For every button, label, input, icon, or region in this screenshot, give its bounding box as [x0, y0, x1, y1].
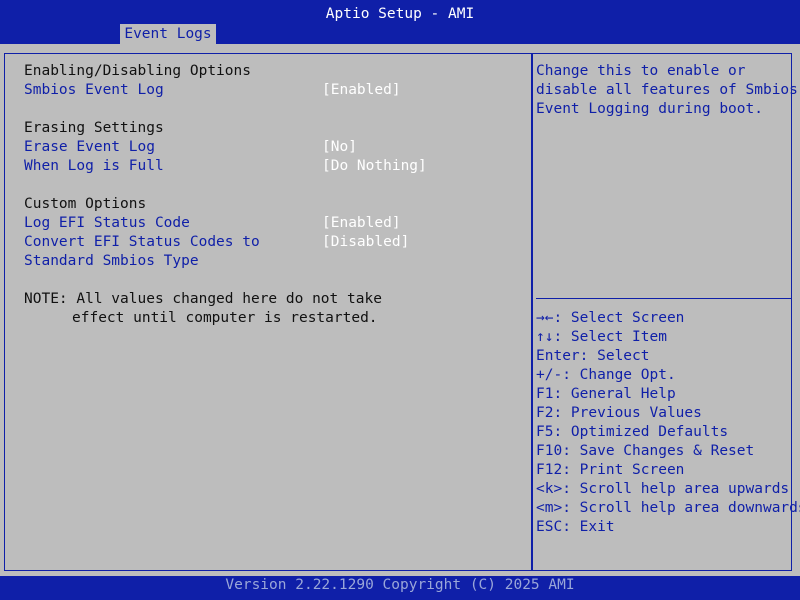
app-title: Aptio Setup - AMI — [325, 6, 475, 22]
option-convert-efi-status-codes-line2[interactable]: Standard Smbios Type — [24, 252, 199, 271]
title-bar: Aptio Setup - AMI Event Logs — [0, 0, 800, 44]
key-hint-previous-values: F2: Previous Values — [536, 405, 702, 421]
key-hint-exit: ESC: Exit — [536, 519, 615, 535]
key-hint-select-item: ↑↓: Select Item — [536, 329, 667, 345]
section-heading-enabling: Enabling/Disabling Options — [24, 63, 251, 79]
key-hint-scroll-down: <m>: Scroll help area downwards — [536, 500, 800, 516]
help-text-line: Event Logging during boot. — [536, 101, 763, 117]
option-when-log-is-full[interactable]: When Log is Full — [24, 157, 164, 176]
value-log-efi-status-code[interactable]: [Enabled] — [322, 214, 401, 233]
help-text-line: Change this to enable or — [536, 63, 746, 79]
option-log-efi-status-code[interactable]: Log EFI Status Code — [24, 214, 190, 233]
value-when-log-is-full[interactable]: [Do Nothing] — [322, 157, 427, 176]
key-hint-change-opt: +/-: Change Opt. — [536, 367, 676, 383]
version-text: Version 2.22.1290 Copyright (C) 2025 AMI — [225, 577, 575, 593]
value-erase-event-log[interactable]: [No] — [322, 138, 357, 157]
value-convert-efi-status-codes[interactable]: [Disabled] — [322, 233, 409, 252]
section-heading-erasing: Erasing Settings — [24, 120, 164, 136]
help-text-line: disable all features of Smbios — [536, 82, 798, 98]
panel-divider — [531, 53, 533, 571]
key-hint-select-screen: →←: Select Screen — [536, 310, 685, 326]
tab-event-logs[interactable]: Event Logs — [120, 24, 216, 44]
option-smbios-event-log[interactable]: Smbios Event Log — [24, 81, 164, 100]
value-smbios-event-log[interactable]: [Enabled] — [322, 81, 401, 100]
help-divider — [536, 298, 792, 299]
note-line-1: NOTE: All values changed here do not tak… — [24, 291, 382, 307]
key-hint-save-reset: F10: Save Changes & Reset — [536, 443, 755, 459]
section-heading-custom: Custom Options — [24, 196, 147, 212]
key-hint-scroll-up: <k>: Scroll help area upwards — [536, 481, 790, 497]
note-line-2: effect until computer is restarted. — [72, 310, 378, 326]
key-hint-general-help: F1: General Help — [536, 386, 676, 402]
option-convert-efi-status-codes[interactable]: Convert EFI Status Codes to — [24, 233, 260, 252]
key-hint-optimized-defaults: F5: Optimized Defaults — [536, 424, 729, 440]
option-erase-event-log[interactable]: Erase Event Log — [24, 138, 155, 157]
key-hint-print-screen: F12: Print Screen — [536, 462, 685, 478]
footer-bar: Version 2.22.1290 Copyright (C) 2025 AMI — [0, 576, 800, 600]
key-hint-enter: Enter: Select — [536, 348, 650, 364]
